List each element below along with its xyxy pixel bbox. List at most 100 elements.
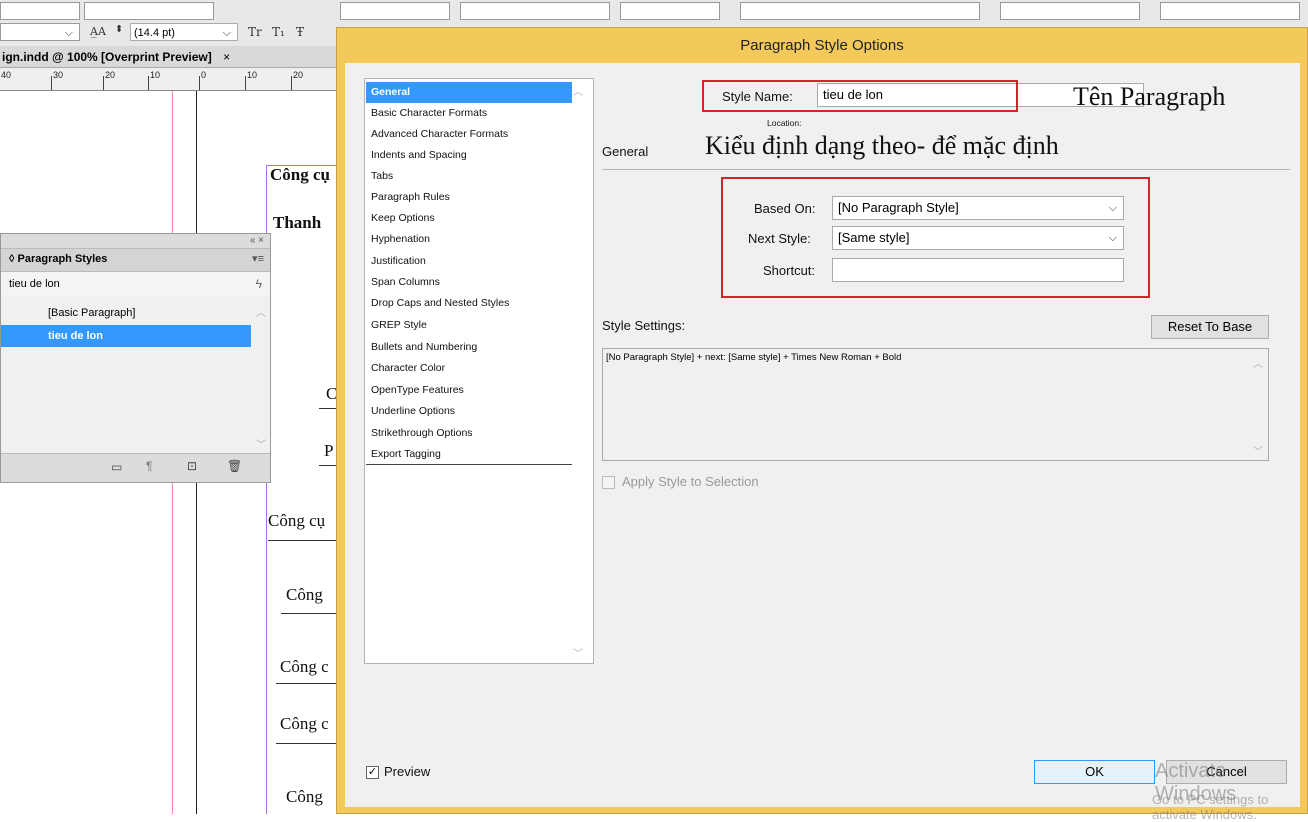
- category-paragraph-rules[interactable]: Paragraph Rules: [366, 187, 572, 208]
- preview-checkbox[interactable]: ✓: [366, 766, 379, 779]
- tracking-field[interactable]: [340, 2, 450, 20]
- style-settings-label: Style Settings:: [602, 318, 686, 333]
- category-opentype-features[interactable]: OpenType Features: [366, 380, 572, 401]
- font-size-field[interactable]: [84, 2, 214, 20]
- document-text: Công cụ: [268, 511, 326, 530]
- scroll-down-icon[interactable]: ﹀: [573, 645, 583, 660]
- ok-label: OK: [1085, 764, 1104, 779]
- text-underline: [319, 465, 336, 466]
- folder-icon[interactable]: ▭: [111, 460, 122, 474]
- category-keep-options[interactable]: Keep Options: [366, 208, 572, 229]
- current-style-row: tieu de lon ϟ: [1, 272, 270, 297]
- leading-field[interactable]: (14.4 pt) ⌵: [130, 23, 238, 41]
- category-list: General Basic Character Formats Advanced…: [364, 78, 594, 664]
- category-general[interactable]: General: [366, 82, 572, 103]
- category-character-color[interactable]: Character Color: [366, 358, 572, 379]
- font-family-field[interactable]: [0, 2, 80, 20]
- dialog-body: General Basic Character Formats Advanced…: [345, 63, 1300, 807]
- document-text: Công cụ: [270, 165, 330, 184]
- panel-menu-icon[interactable]: ▾≡: [252, 252, 264, 265]
- new-style-icon[interactable]: ⊡: [187, 459, 197, 473]
- apply-style-label: Apply Style to Selection: [622, 474, 759, 489]
- text-underline: [268, 540, 336, 541]
- ruler-tick: [51, 76, 52, 90]
- ruler-tick: [148, 76, 149, 90]
- scroll-down-icon[interactable]: ﹀: [1253, 443, 1263, 458]
- preview-label: Preview: [384, 764, 431, 779]
- panel-footer: ▭ ¶ ⊡ 🗑: [1, 453, 270, 482]
- panel-tab[interactable]: ◊ Paragraph Styles ▾≡: [1, 248, 270, 272]
- document-text: Công c: [280, 714, 329, 733]
- category-grep-style[interactable]: GREP Style: [366, 315, 572, 336]
- alignment-group[interactable]: [1000, 2, 1140, 20]
- paragraph-styles-panel: « × ◊ Paragraph Styles ▾≡ tieu de lon ϟ …: [0, 233, 271, 483]
- section-heading: General: [602, 144, 649, 159]
- style-item-tieu-de-lon[interactable]: tieu de lon: [1, 325, 251, 347]
- indent-field[interactable]: [1160, 2, 1300, 20]
- scroll-up-icon[interactable]: ︿: [573, 83, 583, 98]
- pilcrow-icon[interactable]: ¶: [146, 459, 152, 473]
- lightning-icon[interactable]: ϟ: [256, 272, 262, 296]
- document-text: Công: [286, 585, 323, 604]
- activation-watermark-subtext: Go to PC settings to activate Windows.: [1152, 792, 1269, 822]
- leading-icon: A̲A: [90, 25, 106, 38]
- style-list: [Basic Paragraph] tieu de lon ︿ ﹀: [1, 296, 270, 454]
- annotation-name-note: Tên Paragraph: [1073, 82, 1226, 111]
- category-justification[interactable]: Justification: [366, 251, 572, 272]
- category-advanced-character-formats[interactable]: Advanced Character Formats: [366, 124, 572, 145]
- text-underline: [281, 613, 336, 614]
- annotation-box-style-name: [702, 80, 1018, 112]
- category-bullets-and-numbering[interactable]: Bullets and Numbering: [366, 337, 572, 358]
- baseline-field[interactable]: [620, 2, 720, 20]
- scale-field[interactable]: [460, 2, 610, 20]
- section-divider: [602, 169, 1290, 170]
- leading-value: (14.4 pt): [134, 27, 175, 39]
- text-underline: [276, 683, 336, 684]
- style-item-basic-paragraph[interactable]: [Basic Paragraph]: [1, 302, 251, 324]
- scroll-up-icon[interactable]: ︿: [256, 304, 266, 319]
- document-tab[interactable]: ign.indd @ 100% [Overprint Preview] ×: [0, 46, 336, 68]
- panel-titlebar[interactable]: « ×: [1, 234, 270, 248]
- reset-to-base-label: Reset To Base: [1167, 319, 1253, 334]
- font-style-field[interactable]: ⌵: [0, 23, 80, 41]
- ok-button[interactable]: OK: [1034, 760, 1155, 784]
- chevron-down-icon: ⌵: [64, 27, 73, 39]
- category-hyphenation[interactable]: Hyphenation: [366, 229, 572, 250]
- style-settings-box[interactable]: [No Paragraph Style] + next: [Same style…: [602, 348, 1269, 461]
- collapse-close-icon[interactable]: « ×: [250, 235, 264, 246]
- style-item-label: [Basic Paragraph]: [48, 307, 136, 319]
- trash-icon[interactable]: 🗑: [227, 459, 242, 473]
- category-strikethrough-options[interactable]: Strikethrough Options: [366, 423, 572, 444]
- small-caps-button[interactable]: Tr: [248, 25, 262, 39]
- current-style-name: tieu de lon: [9, 278, 60, 290]
- panel-title: ◊ Paragraph Styles: [9, 253, 108, 265]
- ruler-number: 30: [53, 70, 64, 80]
- document-tab-title: ign.indd @ 100% [Overprint Preview]: [2, 50, 212, 64]
- document-text: P: [324, 441, 334, 460]
- language-field[interactable]: [740, 2, 980, 20]
- ruler-number: 40: [1, 70, 12, 80]
- location-label: Location:: [767, 118, 802, 128]
- ruler-tick: [291, 76, 292, 90]
- scroll-up-icon[interactable]: ︿: [1253, 355, 1263, 370]
- ruler-number: 10: [247, 70, 258, 80]
- category-basic-character-formats[interactable]: Basic Character Formats: [366, 103, 572, 124]
- ruler-number: 0: [201, 70, 207, 80]
- subscript-button[interactable]: T₁: [272, 25, 285, 39]
- category-export-tagging[interactable]: Export Tagging: [366, 444, 572, 465]
- chevron-down-icon: ⌵: [222, 27, 231, 39]
- scroll-down-icon[interactable]: ﹀: [256, 436, 266, 451]
- document-text: Công c: [280, 657, 329, 676]
- category-drop-caps[interactable]: Drop Caps and Nested Styles: [366, 293, 572, 314]
- text-underline: [276, 743, 336, 744]
- strikethrough-button[interactable]: Ŧ: [296, 25, 304, 39]
- stepper-icon[interactable]: ⬍: [115, 24, 123, 35]
- close-icon[interactable]: ×: [223, 50, 230, 64]
- category-span-columns[interactable]: Span Columns: [366, 272, 572, 293]
- category-underline-options[interactable]: Underline Options: [366, 401, 572, 422]
- category-indents-and-spacing[interactable]: Indents and Spacing: [366, 145, 572, 166]
- style-settings-text: [No Paragraph Style] + next: [Same style…: [606, 352, 902, 363]
- category-tabs[interactable]: Tabs: [366, 166, 572, 187]
- apply-style-checkbox[interactable]: [602, 476, 615, 489]
- reset-to-base-button[interactable]: Reset To Base: [1151, 315, 1269, 339]
